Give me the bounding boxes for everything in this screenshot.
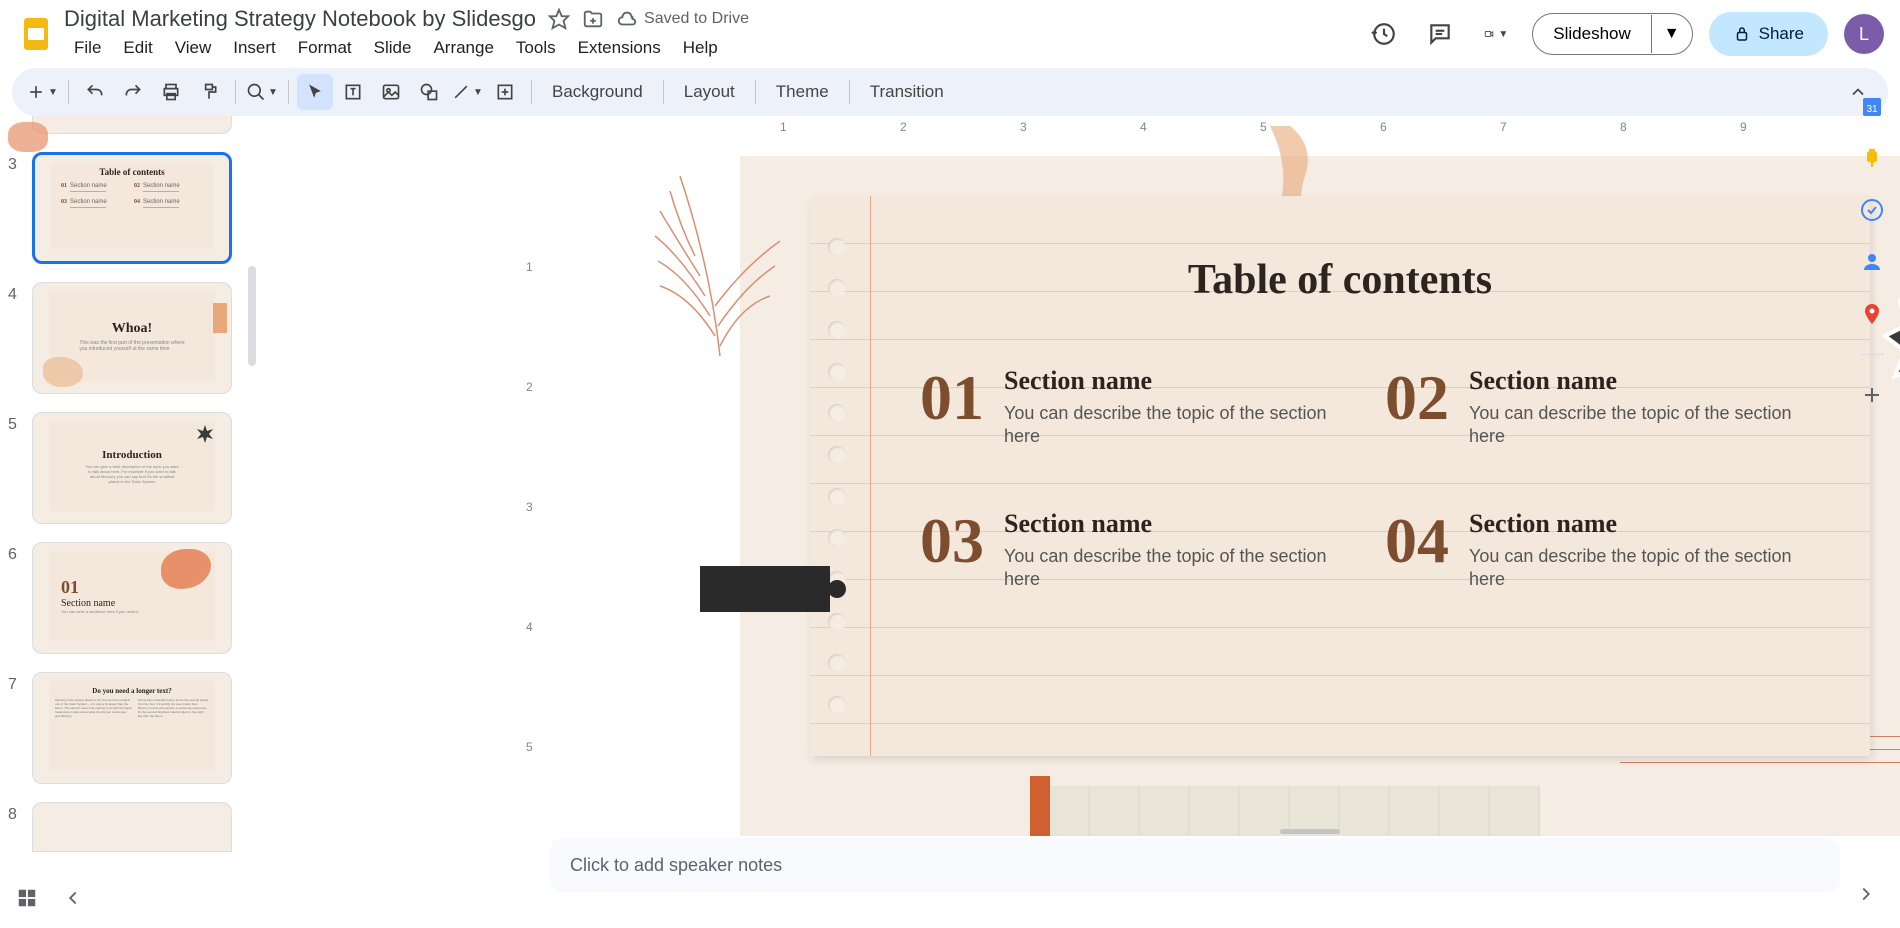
menu-arrange[interactable]: Arrange	[423, 34, 503, 62]
collapse-filmstrip-icon[interactable]	[62, 887, 84, 914]
toc-heading: Section name	[1469, 509, 1810, 539]
document-title[interactable]: Digital Marketing Strategy Notebook by S…	[64, 6, 536, 32]
textbox-tool[interactable]	[335, 74, 371, 110]
transition-button[interactable]: Transition	[858, 82, 956, 102]
history-icon[interactable]	[1364, 14, 1404, 54]
toc-desc: You can describe the topic of the sectio…	[1004, 402, 1345, 449]
toc-number: 04	[1385, 509, 1449, 573]
image-tool[interactable]	[373, 74, 409, 110]
cloud-status[interactable]: Saved to Drive	[616, 8, 749, 30]
speaker-notes[interactable]: Click to add speaker notes	[550, 838, 1840, 892]
redo-button[interactable]	[115, 74, 151, 110]
toc-number: 02	[1385, 366, 1449, 430]
line-tool[interactable]: ▼	[449, 74, 485, 110]
slides-logo[interactable]	[16, 14, 56, 54]
move-icon[interactable]	[582, 8, 604, 30]
select-tool[interactable]	[297, 74, 333, 110]
menu-format[interactable]: Format	[288, 34, 362, 62]
menu-view[interactable]: View	[165, 34, 222, 62]
thumb-number: 6	[8, 542, 32, 564]
toolbar: ▼ ▼ ▼ Background Layout Theme Transition	[12, 68, 1888, 116]
slide-canvas[interactable]: Table of contents 01 Section name You can…	[740, 156, 1900, 836]
maps-icon[interactable]	[1860, 302, 1884, 326]
contacts-icon[interactable]	[1860, 250, 1884, 274]
thumb-number: 5	[8, 412, 32, 434]
slide-thumb-6[interactable]: 01 Section name You can write a sentence…	[32, 542, 232, 654]
comments-icon[interactable]	[1420, 14, 1460, 54]
slide-thumb-5[interactable]: Introduction You can give a brief descri…	[32, 412, 232, 524]
show-side-panel-icon[interactable]	[1846, 874, 1886, 914]
slide-thumb-4[interactable]: Whoa! This was the first part of the pre…	[32, 282, 232, 394]
menu-tools[interactable]: Tools	[506, 34, 566, 62]
menu-slide[interactable]: Slide	[364, 34, 422, 62]
star-icon[interactable]	[548, 8, 570, 30]
paint-format-button[interactable]	[191, 74, 227, 110]
shape-tool[interactable]	[411, 74, 447, 110]
slide-title[interactable]: Table of contents	[810, 256, 1870, 304]
filmstrip-scrollbar[interactable]	[248, 266, 256, 366]
tasks-icon[interactable]	[1860, 198, 1884, 222]
toc-heading: Section name	[1469, 366, 1810, 396]
plant-decoration	[650, 146, 790, 366]
thumb-number: 4	[8, 282, 32, 304]
toc-heading: Section name	[1004, 509, 1345, 539]
toc-desc: You can describe the topic of the sectio…	[1004, 545, 1345, 592]
undo-button[interactable]	[77, 74, 113, 110]
slide-thumb-3[interactable]: Table of contents 01Section name—————— 0…	[32, 152, 232, 264]
thumb-number: 8	[8, 802, 32, 824]
layout-button[interactable]: Layout	[672, 82, 747, 102]
toc-item-1[interactable]: 01 Section name You can describe the topi…	[920, 366, 1345, 449]
notes-resize-handle[interactable]	[1280, 829, 1340, 834]
slideshow-main[interactable]: Slideshow	[1533, 14, 1651, 54]
menu-bar: File Edit View Insert Format Slide Arran…	[64, 34, 1364, 62]
keep-icon[interactable]	[1860, 146, 1884, 170]
menu-edit[interactable]: Edit	[113, 34, 162, 62]
ruler-vertical: 1 2 3 4 5	[520, 140, 544, 892]
toc-number: 01	[920, 366, 984, 430]
filmstrip[interactable]: 3 Table of contents 01Section name——————…	[0, 116, 260, 892]
black-tape-decoration	[700, 566, 830, 612]
background-button[interactable]: Background	[540, 82, 655, 102]
side-panel: 31	[1844, 82, 1900, 407]
slide-thumb-7[interactable]: Do you need a longer text? Mercury is th…	[32, 672, 232, 784]
slideshow-dropdown[interactable]: ▼	[1651, 15, 1692, 53]
toc-item-2[interactable]: 02 Section name You can describe the topi…	[1385, 366, 1810, 449]
print-button[interactable]	[153, 74, 189, 110]
toc-desc: You can describe the topic of the sectio…	[1469, 545, 1810, 592]
menu-extensions[interactable]: Extensions	[568, 34, 671, 62]
canvas-area: 1 2 3 4 5 6 7 8 9 1 2 3 4 5	[260, 116, 1900, 892]
orange-tape-decoration	[1030, 776, 1050, 836]
svg-text:31: 31	[1866, 104, 1878, 115]
ruler-horizontal: 1 2 3 4 5 6 7 8 9	[540, 116, 1880, 140]
slideshow-button: Slideshow ▼	[1532, 13, 1692, 55]
grid-view-icon[interactable]	[16, 887, 38, 914]
menu-insert[interactable]: Insert	[223, 34, 286, 62]
thumb-number: 7	[8, 672, 32, 694]
share-button[interactable]: Share	[1709, 12, 1828, 56]
menu-help[interactable]: Help	[673, 34, 728, 62]
new-slide-button[interactable]: ▼	[24, 74, 60, 110]
meet-button[interactable]: ▼	[1476, 14, 1516, 54]
zoom-button[interactable]: ▼	[244, 74, 280, 110]
theme-button[interactable]: Theme	[764, 82, 841, 102]
toc-heading: Section name	[1004, 366, 1345, 396]
slide-thumb-8[interactable]	[32, 802, 232, 852]
comment-tool[interactable]	[487, 74, 523, 110]
toc-desc: You can describe the topic of the sectio…	[1469, 402, 1810, 449]
menu-file[interactable]: File	[64, 34, 111, 62]
slide-thumb-2-partial[interactable]	[32, 116, 232, 134]
toc-number: 03	[920, 509, 984, 573]
calendar-icon[interactable]: 31	[1860, 94, 1884, 118]
toc-item-3[interactable]: 03 Section name You can describe the topi…	[920, 509, 1345, 592]
account-avatar[interactable]: L	[1844, 14, 1884, 54]
paper-card[interactable]: Table of contents 01 Section name You can…	[810, 196, 1870, 756]
thumb-number: 3	[8, 152, 32, 174]
toc-item-4[interactable]: 04 Section name You can describe the topi…	[1385, 509, 1810, 592]
add-addon-icon[interactable]	[1860, 383, 1884, 407]
